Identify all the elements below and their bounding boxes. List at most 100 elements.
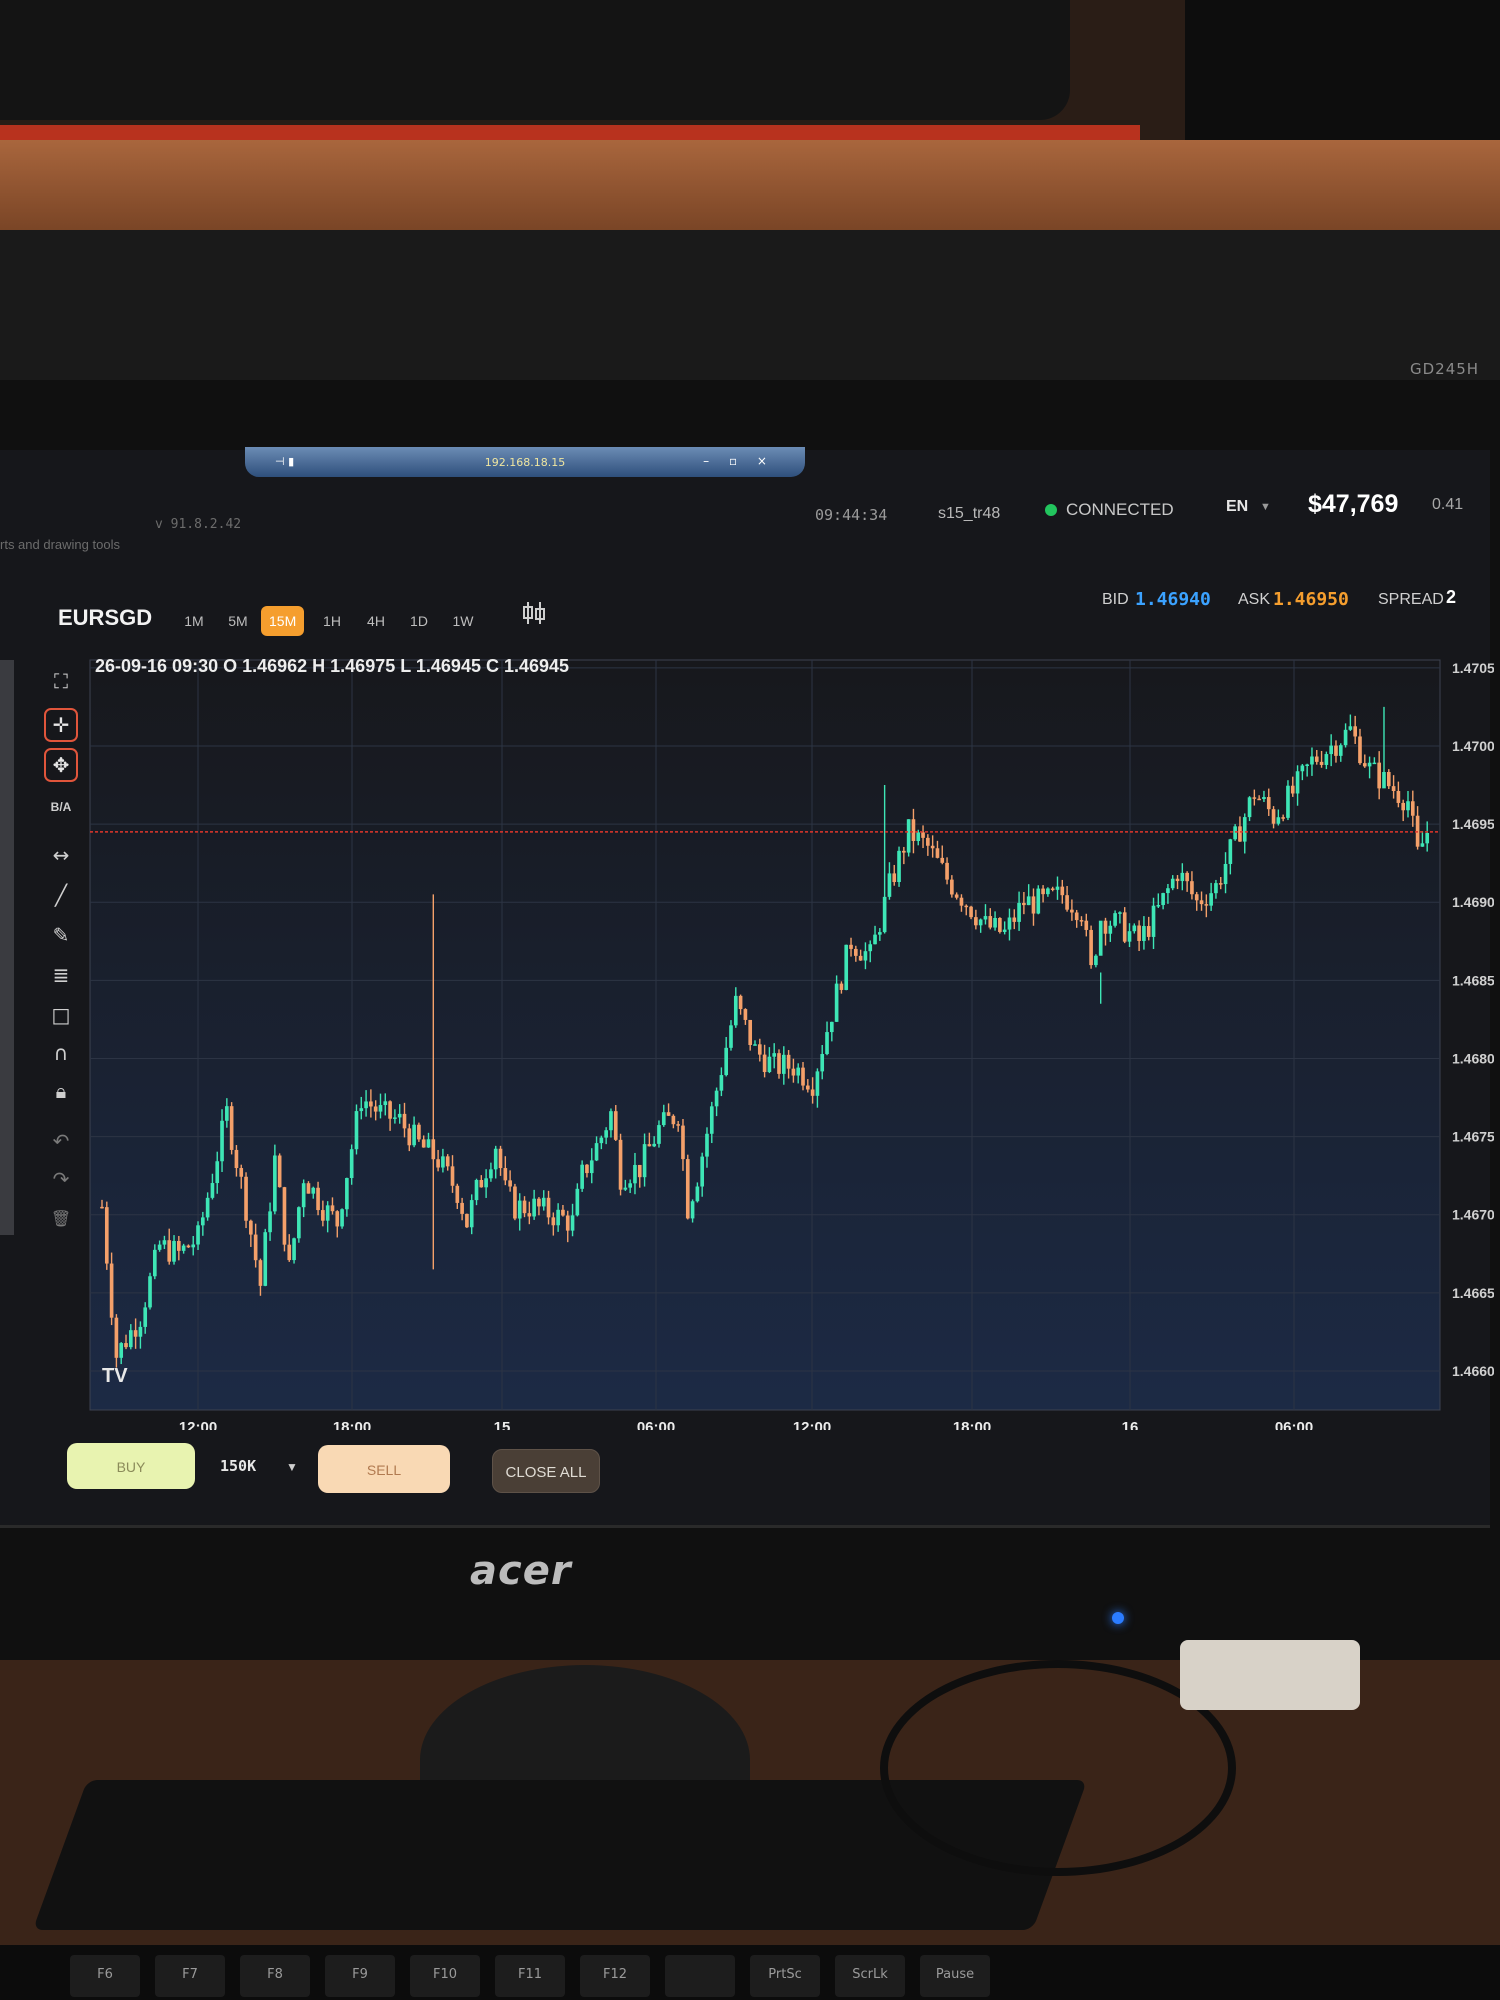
tf-4h[interactable]: 4H xyxy=(362,606,390,636)
candle-body xyxy=(1214,883,1218,894)
candle-body xyxy=(695,1186,700,1202)
candle-body xyxy=(225,1106,229,1121)
candle-body xyxy=(1132,925,1137,932)
close-all-button[interactable]: CLOSE ALL xyxy=(492,1449,600,1493)
candle-body xyxy=(681,1125,685,1160)
candle-body xyxy=(762,1054,767,1073)
connection-status: CONNECTED xyxy=(1066,500,1174,519)
candle-body xyxy=(460,1202,464,1214)
candle-body xyxy=(316,1187,320,1211)
candle-body xyxy=(465,1213,469,1228)
account-id: s15_tr48 xyxy=(938,505,1001,522)
candle-body xyxy=(397,1113,402,1118)
candle-body xyxy=(532,1198,536,1217)
candle-body xyxy=(1242,817,1247,842)
tf-15m[interactable]: 15M xyxy=(261,606,305,636)
candle-body xyxy=(220,1120,224,1162)
candle-body xyxy=(268,1211,272,1233)
candle-body xyxy=(292,1238,296,1261)
candle-body xyxy=(1295,771,1300,794)
candle-body xyxy=(661,1112,666,1126)
candle-body xyxy=(820,1054,825,1072)
tf-1w[interactable]: 1W xyxy=(449,606,477,636)
server-clock: 09:44:34 xyxy=(815,506,888,524)
candle-body xyxy=(1382,771,1386,789)
app-version: v 91.8.2.42 xyxy=(155,517,242,532)
ohlc-readout: 26-09-16 09:30 O 1.46962 H 1.46975 L 1.4… xyxy=(95,656,570,676)
candle-body xyxy=(330,1205,335,1212)
candle-body xyxy=(575,1188,580,1216)
candle-body xyxy=(1290,785,1295,794)
buy-button[interactable]: BUY xyxy=(67,1443,195,1489)
candle-body xyxy=(671,1115,676,1125)
candle-body xyxy=(700,1156,705,1187)
window-controls[interactable]: – ▫ × xyxy=(703,454,775,468)
price-chart[interactable]: 1.47050 1.47000 1.46950 1.46900 1.46850 1.468… xyxy=(44,640,1494,1430)
candle-body xyxy=(705,1133,709,1157)
candle-body xyxy=(340,1209,344,1227)
candle-body xyxy=(114,1317,119,1358)
spread-value: 2 xyxy=(1446,587,1457,607)
chevron-down-icon[interactable]: ▼ xyxy=(286,1460,298,1474)
candle-body xyxy=(772,1053,777,1057)
candle-body xyxy=(479,1179,484,1188)
candle-body xyxy=(441,1156,445,1168)
candle-body xyxy=(138,1326,143,1337)
candle-body xyxy=(1065,895,1069,910)
ask-price: 1.46950 xyxy=(1273,589,1349,610)
sell-button[interactable]: SELL xyxy=(318,1445,450,1493)
tf-1m[interactable]: 1M xyxy=(180,606,208,636)
candle-body xyxy=(1122,912,1127,942)
candle-body xyxy=(522,1200,527,1214)
candle-body xyxy=(210,1183,215,1198)
candle-body xyxy=(585,1164,589,1174)
candle-body xyxy=(489,1169,493,1179)
candle-body xyxy=(1271,809,1276,824)
candle-body xyxy=(1185,872,1189,882)
candle-body xyxy=(844,944,849,990)
x-tick-label: 18:00 xyxy=(953,1419,991,1430)
candle-body xyxy=(839,983,844,990)
candle-body xyxy=(628,1183,632,1188)
tf-1h[interactable]: 1H xyxy=(318,606,346,636)
candle-body xyxy=(1367,762,1372,767)
candle-body xyxy=(215,1161,220,1184)
tf-1d[interactable]: 1D xyxy=(405,606,433,636)
candle-body xyxy=(623,1187,628,1190)
wall-gap xyxy=(0,230,1500,380)
candle-body xyxy=(1137,925,1141,941)
candle-body xyxy=(1281,817,1285,819)
keyboard-key: PrtSc xyxy=(750,1955,820,1997)
candle-body xyxy=(508,1180,512,1187)
keyboard-key: F6 xyxy=(70,1955,140,1997)
candle-body xyxy=(119,1343,124,1358)
candle-body xyxy=(277,1155,282,1188)
candlestick-type-icon[interactable] xyxy=(520,600,548,626)
remote-desktop-bar[interactable]: ⊣ ▮ 192.168.18.15 – ▫ × xyxy=(245,447,805,477)
candle-body xyxy=(1391,786,1396,792)
candle-body xyxy=(1305,764,1309,766)
y-axis-labels: 1.47050 1.47000 1.46950 1.46900 1.46850 1.468… xyxy=(1452,660,1494,1379)
candle-body xyxy=(421,1139,426,1148)
candle-body xyxy=(599,1137,604,1144)
x-tick-label: 16 xyxy=(1122,1419,1139,1430)
candle-body xyxy=(325,1205,330,1221)
candle-body xyxy=(1050,888,1055,890)
candle-body xyxy=(964,905,969,908)
keyboard-key: F8 xyxy=(240,1955,310,1997)
candle-body xyxy=(1247,797,1252,818)
candle-body xyxy=(609,1111,613,1131)
candle-body xyxy=(748,1019,753,1045)
symbol-name[interactable]: EURSGD xyxy=(58,605,152,631)
tf-5m[interactable]: 5M xyxy=(224,606,252,636)
chevron-down-icon[interactable]: ▼ xyxy=(1260,501,1271,513)
language-selector[interactable]: EN xyxy=(1226,498,1248,516)
candle-body xyxy=(791,1068,796,1076)
quantity-selector[interactable]: 150K xyxy=(220,1457,256,1475)
candle-body xyxy=(897,850,901,883)
candle-body xyxy=(743,1009,748,1020)
candle-body xyxy=(1079,920,1084,922)
candle-body xyxy=(1041,888,1045,895)
candle-body xyxy=(1343,729,1348,746)
candle-body xyxy=(1218,883,1223,885)
